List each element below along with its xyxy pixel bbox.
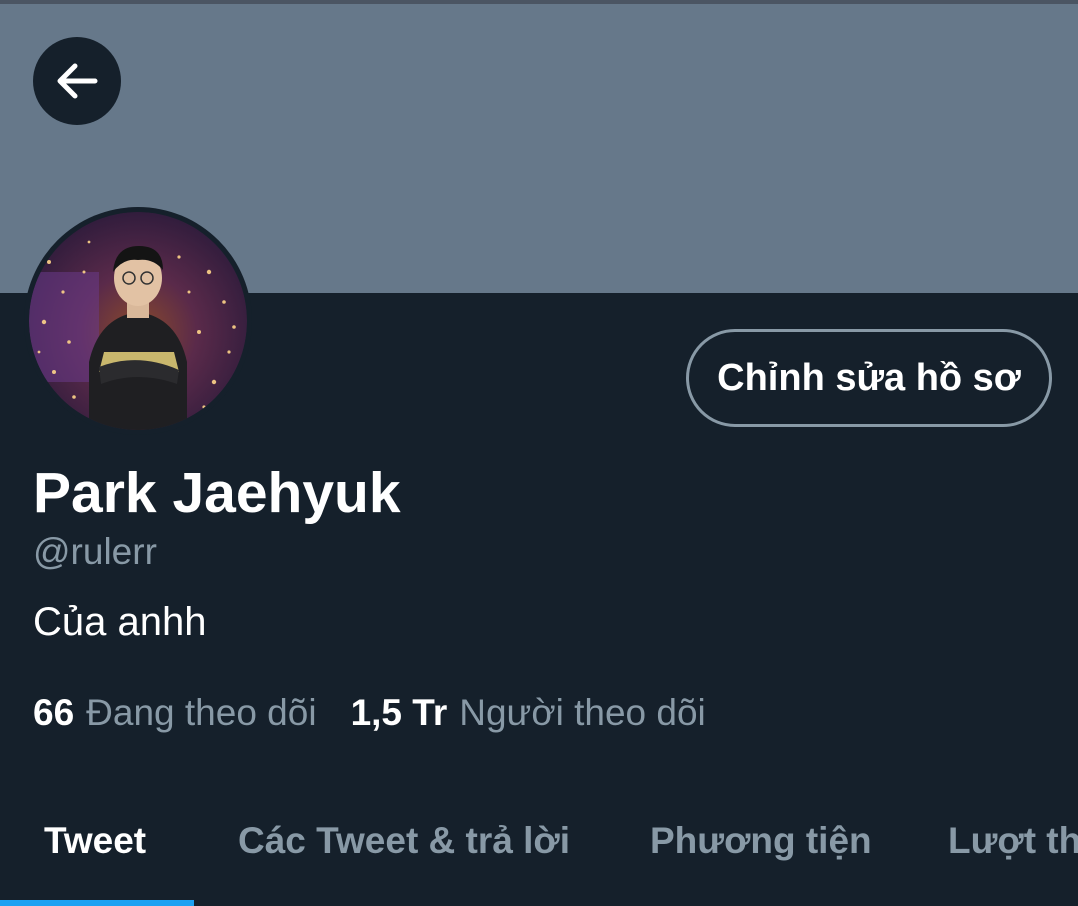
profile-bio: Của anhh: [33, 600, 207, 644]
followers-label[interactable]: Người theo dõi: [459, 692, 706, 734]
avatar[interactable]: [24, 207, 252, 435]
tab-likes[interactable]: Lượt thích: [948, 818, 1078, 864]
back-button[interactable]: [33, 37, 121, 125]
display-name: Park Jaehyuk: [33, 461, 401, 525]
following-label[interactable]: Đang theo dõi: [86, 692, 316, 734]
followers-count[interactable]: 1,5 Tr: [351, 692, 448, 734]
profile-page: Chỉnh sửa hồ sơ Park Jaehyuk @rulerr Của…: [0, 0, 1078, 906]
follow-stats: 66 Đang theo dõi 1,5 Tr Người theo dõi: [33, 692, 706, 738]
following-count[interactable]: 66: [33, 692, 74, 734]
profile-tabs: Tweet Các Tweet & trả lời Phương tiện Lư…: [0, 800, 1078, 906]
edit-profile-button[interactable]: Chỉnh sửa hồ sơ: [686, 329, 1052, 427]
tab-tweets-and-replies[interactable]: Các Tweet & trả lời: [238, 818, 570, 864]
tab-tweets[interactable]: Tweet: [44, 818, 146, 864]
active-tab-indicator: [0, 900, 194, 906]
arrow-left-icon: [57, 63, 98, 99]
tab-media[interactable]: Phương tiện: [650, 818, 872, 864]
profile-photo: [29, 212, 247, 430]
username-handle: @rulerr: [33, 531, 157, 572]
